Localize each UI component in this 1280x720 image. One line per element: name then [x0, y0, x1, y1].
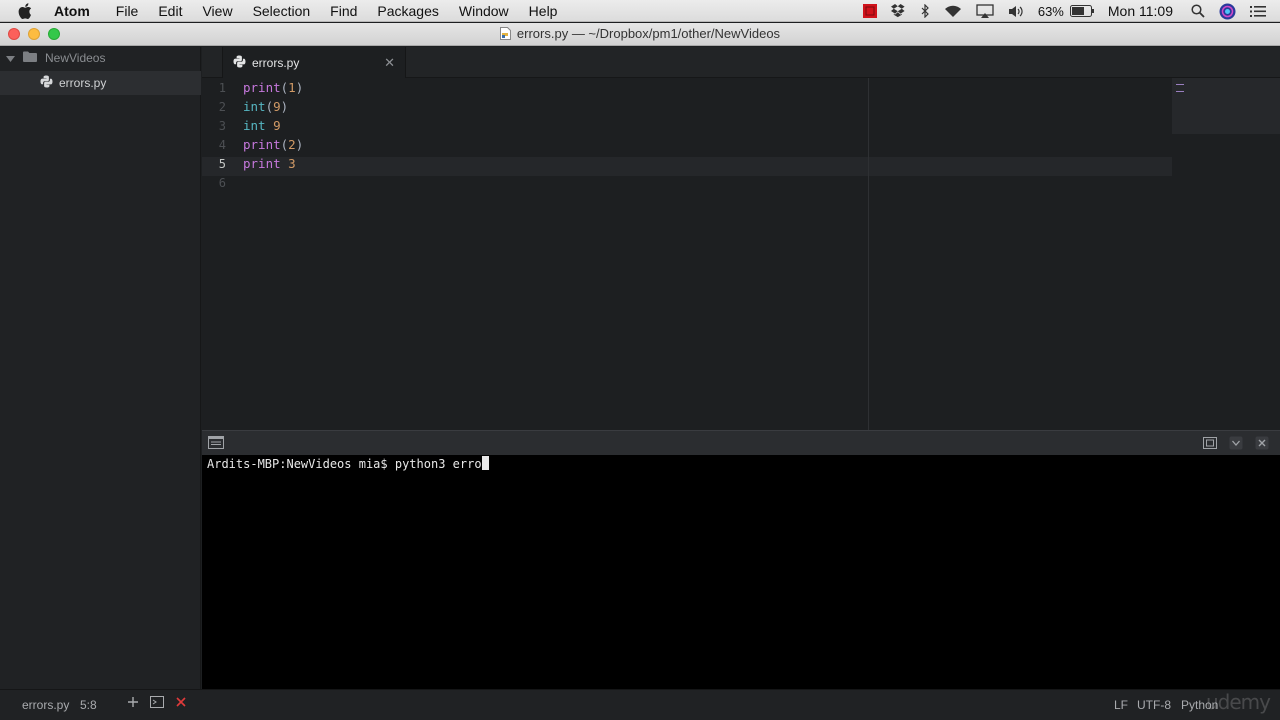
tree-root-label: NewVideos [45, 51, 106, 65]
code-token: print [243, 156, 281, 171]
terminal-input[interactable]: python3 erro [395, 457, 482, 471]
code-line[interactable]: print(1) [243, 78, 303, 97]
menu-find[interactable]: Find [330, 3, 357, 19]
terminal-cursor [481, 456, 489, 470]
terminal-icon[interactable] [208, 436, 224, 454]
minimap[interactable] [1172, 78, 1280, 134]
line-number[interactable]: 2 [202, 100, 226, 114]
minimap-viewport-marker [1176, 84, 1184, 92]
code-token: print [243, 80, 281, 95]
menu-bar-status-area: 63% Mon 11:09 [862, 0, 1280, 22]
tab-bar: errors.py ✕ [202, 47, 1280, 78]
code-line[interactable]: print 3 [243, 154, 296, 173]
code-token: print [243, 137, 281, 152]
airplay-icon[interactable] [976, 4, 994, 18]
code-token: int [243, 99, 266, 114]
terminal-tab-icon[interactable] [150, 696, 164, 711]
close-terminal-icon[interactable] [175, 696, 187, 711]
list-icon[interactable] [1250, 5, 1266, 18]
python-file-icon [40, 75, 53, 91]
wrap-guide [868, 78, 869, 430]
battery-percent[interactable]: 63% [1038, 4, 1064, 19]
code-token: 3 [288, 156, 296, 171]
line-number[interactable]: 4 [202, 138, 226, 152]
chevron-down-icon[interactable] [6, 51, 15, 65]
terminal[interactable]: Ardits-MBP:NewVideos mia$ python3 erro [202, 455, 1280, 689]
tab-close-icon[interactable]: ✕ [384, 55, 395, 71]
window-title: errors.py — ~/Dropbox/pm1/other/NewVideo… [0, 26, 1280, 43]
battery-icon[interactable] [1069, 5, 1094, 17]
code-token: 2 [288, 137, 296, 152]
clock[interactable]: Mon 11:09 [1108, 3, 1173, 19]
apple-icon[interactable] [18, 2, 36, 19]
screen: Atom File Edit View Selection Find Packa… [0, 0, 1280, 720]
chevron-down-icon[interactable] [1228, 435, 1244, 451]
code-editor[interactable]: 1 2 3 4 5 6 print(1) int(9) int 9 print(2) p… [202, 78, 1280, 430]
maximize-panel-icon[interactable] [1202, 435, 1218, 451]
line-number-gutter[interactable]: 1 2 3 4 5 6 [202, 78, 232, 430]
python-file-icon [233, 55, 246, 71]
menu-window[interactable]: Window [459, 3, 509, 19]
tab-errors-py[interactable]: errors.py ✕ [222, 47, 406, 78]
tree-file-label: errors.py [59, 76, 107, 90]
menu-edit[interactable]: Edit [158, 3, 182, 19]
tree-root-folder[interactable]: NewVideos [0, 47, 201, 69]
menu-selection[interactable]: Selection [253, 3, 311, 19]
code-token: int [243, 118, 266, 133]
volume-icon[interactable] [1008, 5, 1024, 18]
wifi-icon[interactable] [944, 5, 962, 18]
search-icon[interactable] [1191, 4, 1205, 18]
document-icon [499, 27, 511, 43]
code-line[interactable]: print(2) [243, 135, 303, 154]
tree-view: NewVideos errors.py [0, 47, 201, 689]
dropbox-icon[interactable] [890, 4, 907, 18]
code-token: ) [295, 80, 304, 95]
add-terminal-icon[interactable] [127, 696, 139, 711]
terminal-command-line[interactable]: Ardits-MBP:NewVideos mia$ python3 erro [207, 455, 489, 473]
code-token: ) [280, 99, 289, 114]
tab-label: errors.py [252, 55, 300, 70]
tree-file-item[interactable]: errors.py [0, 71, 201, 95]
folder-icon [23, 51, 37, 65]
window-title-text: errors.py — ~/Dropbox/pm1/other/NewVideo… [516, 26, 781, 41]
code-token: 9 [273, 118, 281, 133]
menu-help[interactable]: Help [529, 3, 558, 19]
menu-file[interactable]: File [116, 3, 139, 19]
udemy-watermark: udemy [1206, 690, 1271, 714]
menu-packages[interactable]: Packages [377, 3, 438, 19]
status-cursor-position[interactable]: 5:8 [80, 698, 97, 712]
red-square-icon[interactable] [862, 4, 877, 18]
status-bar: errors.py 5:8 LF UTF-8 Python udemy [0, 689, 1280, 720]
active-line-highlight [202, 157, 1172, 176]
close-panel-icon[interactable] [1254, 435, 1270, 451]
code-token: ) [295, 137, 304, 152]
siri-icon[interactable] [1219, 3, 1236, 20]
bluetooth-icon[interactable] [921, 4, 930, 18]
line-number[interactable]: 3 [202, 119, 226, 133]
line-number[interactable]: 1 [202, 81, 226, 95]
terminal-panel-header [202, 430, 1280, 455]
status-line-ending[interactable]: LF [1114, 698, 1128, 712]
code-line[interactable]: int(9) [243, 97, 288, 116]
status-encoding[interactable]: UTF-8 [1137, 698, 1171, 712]
line-number-active[interactable]: 5 [202, 157, 226, 171]
menu-app-name[interactable]: Atom [54, 3, 90, 19]
code-token: ( [265, 99, 274, 114]
menu-view[interactable]: View [202, 3, 232, 19]
window-title-bar: errors.py — ~/Dropbox/pm1/other/NewVideo… [0, 23, 1280, 46]
menu-bar: Atom File Edit View Selection Find Packa… [0, 0, 1280, 22]
code-token: 1 [288, 80, 296, 95]
status-file-name[interactable]: errors.py [22, 698, 69, 712]
terminal-prompt: Ardits-MBP:NewVideos mia$ [207, 457, 395, 471]
line-number[interactable]: 6 [202, 176, 226, 190]
code-line[interactable]: int 9 [243, 116, 281, 135]
code-token: 9 [273, 99, 281, 114]
